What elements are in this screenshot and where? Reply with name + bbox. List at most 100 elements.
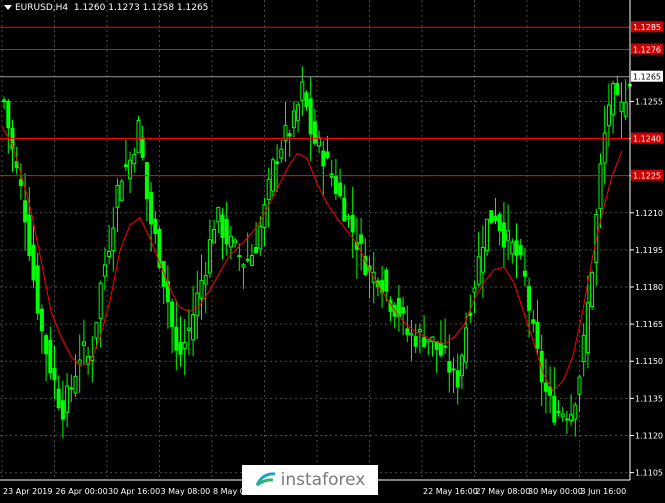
candle-body (199, 280, 204, 299)
candle-body (455, 370, 460, 388)
y-tick-label: 1.1165 (635, 320, 663, 329)
x-tick-label: 27 May 08:00 (476, 487, 531, 496)
candle-body (195, 292, 200, 317)
candle-body (384, 269, 389, 292)
candle-body (18, 179, 23, 186)
candle-body (447, 361, 452, 373)
candle-body (224, 219, 229, 245)
candle-body (65, 385, 70, 413)
candle-body (56, 388, 61, 409)
candle-body (535, 321, 540, 349)
candle-body (510, 241, 515, 255)
y-tick-label: 1.1195 (635, 246, 663, 255)
candle-body (237, 255, 242, 258)
candle-body (149, 191, 154, 225)
x-tick-label: 26 Apr 00:00 (56, 487, 108, 496)
candle-body (472, 287, 477, 293)
x-tick-label: 3 May 08:00 (161, 487, 211, 496)
candle-body (552, 395, 557, 423)
candle-body (485, 218, 490, 252)
candle-body (182, 342, 187, 349)
candle-body (132, 154, 137, 165)
candle-body (606, 104, 611, 127)
candle-body (44, 335, 49, 355)
candle-body (464, 327, 469, 363)
candle-body (266, 178, 271, 200)
candle-body (144, 162, 149, 200)
candle-body (27, 214, 32, 257)
candle-body (98, 282, 103, 319)
candle-body (346, 216, 351, 220)
candle-body (107, 250, 112, 258)
candle-body (35, 265, 40, 314)
candle-body (590, 272, 595, 307)
candle-body (560, 413, 565, 418)
candle-body (73, 375, 78, 394)
candle-body (136, 119, 141, 154)
candle-body (170, 301, 175, 327)
candle-body (585, 302, 590, 354)
instaforex-logo: instaforex (242, 465, 378, 495)
dropdown-triangle-icon[interactable] (4, 5, 12, 10)
candle-body (300, 81, 305, 101)
candle-body (401, 307, 406, 314)
candle-body (543, 382, 548, 392)
candle-body (564, 418, 569, 421)
candle-body (480, 247, 485, 273)
price-chart[interactable]: 1.1255 1.1240 1.1225 1.1210 1.1195 1.1180 1.11… (0, 0, 665, 499)
candle-body (245, 258, 250, 261)
candle-body (615, 82, 620, 95)
candle-body (153, 218, 158, 235)
candle-body (438, 342, 443, 356)
candle-body (602, 132, 607, 164)
candle-body (287, 133, 292, 137)
candle-body (342, 197, 347, 222)
candle-body (111, 227, 116, 252)
candle-body (443, 345, 448, 348)
candle-body (220, 214, 225, 239)
swoosh-icon (255, 471, 277, 489)
candle-body (94, 322, 99, 339)
candle-body (207, 239, 212, 274)
candle-body (178, 342, 183, 355)
candle-body (422, 337, 427, 347)
candle-body (69, 387, 74, 390)
candle-body (102, 264, 107, 277)
x-tick-label: 3 Jun 16:00 (581, 487, 627, 496)
candle-body (426, 339, 431, 343)
y-tick-label: 1.1120 (635, 431, 663, 440)
candle-body (308, 98, 313, 135)
y-tick-label: 1.1255 (635, 97, 663, 106)
candle-body (501, 222, 506, 248)
y-tick-label: 1.1210 (635, 209, 663, 218)
candle-body (77, 359, 82, 365)
level-label: 1.1285 (633, 23, 661, 32)
candle-body (23, 200, 28, 223)
candle-body (518, 245, 523, 256)
x-tick-label: 30 Apr 16:00 (108, 487, 160, 496)
candle-body (119, 180, 124, 202)
candle-body (598, 163, 603, 210)
candle-body (249, 254, 254, 266)
candle-body (140, 137, 145, 158)
candle-body (312, 121, 317, 144)
candle-body (493, 215, 498, 222)
candle-body (527, 286, 532, 311)
candle-body (611, 83, 616, 116)
candle-body (459, 355, 464, 377)
candle-body (514, 240, 519, 256)
candle-body (174, 326, 179, 351)
candle-body (6, 100, 11, 129)
candle-body (203, 275, 208, 285)
y-tick-label: 1.1150 (635, 357, 663, 366)
candle-body (191, 314, 196, 341)
candle-body (350, 214, 355, 233)
candle-body (321, 150, 326, 167)
candle-body (531, 319, 536, 324)
candle-body (31, 244, 36, 281)
candle-body (451, 368, 456, 371)
x-tick-label: 22 May 16:00 (423, 487, 478, 496)
chart-area[interactable]: 1.1255 1.1240 1.1225 1.1210 1.1195 1.1180 1.11… (0, 0, 665, 499)
candle-body (409, 333, 414, 336)
candle-body (296, 104, 301, 122)
